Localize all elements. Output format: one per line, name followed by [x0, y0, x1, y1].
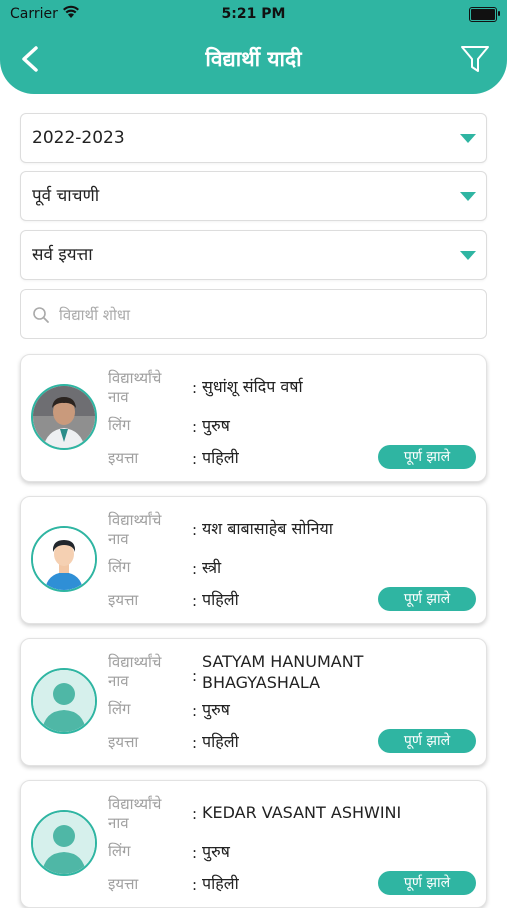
student-grade: पहिली: [202, 590, 239, 609]
grade-label: इयत्ता: [108, 591, 139, 609]
name-label: विद्यार्थ्यांचे नाव: [108, 369, 162, 406]
student-grade: पहिली: [202, 874, 239, 893]
colon: :: [192, 379, 198, 397]
caret-down-icon: [460, 192, 476, 201]
student-grade: पहिली: [202, 448, 239, 467]
name-label: विद्यार्थ्यांचे नाव: [108, 511, 162, 548]
student-gender: स्त्री: [202, 558, 222, 577]
student-card[interactable]: विद्यार्थ्यांचे नाव : SATYAM HANUMANT BH…: [20, 638, 487, 766]
class-dropdown[interactable]: सर्व इयत्ता: [20, 230, 487, 280]
colon: :: [192, 805, 198, 823]
class-value: सर्व इयत्ता: [32, 245, 93, 265]
app-header: Carrier 5:21 PM विद्यार्थी यादी: [0, 0, 507, 94]
colon: :: [192, 521, 198, 539]
grade-label: इयत्ता: [108, 449, 139, 467]
gender-label: लिंग: [108, 842, 131, 860]
student-name: यश बाबासाहेब सोनिया: [202, 519, 333, 538]
colon: :: [192, 560, 198, 578]
user-placeholder-icon: [31, 810, 97, 876]
colon: :: [192, 450, 198, 468]
student-card[interactable]: विद्यार्थ्यांचे नाव : यश बाबासाहेब सोनिय…: [20, 496, 487, 624]
student-photo-avatar: [31, 384, 97, 450]
search-input[interactable]: [57, 300, 461, 330]
status-badge: पूर्ण झाले: [378, 587, 476, 611]
student-name: सुधांशू संदिप वर्षा: [202, 377, 303, 396]
year-value: 2022-2023: [32, 128, 125, 148]
student-gender: पुरुष: [202, 416, 230, 435]
colon: :: [192, 418, 198, 436]
filter-icon: [461, 46, 489, 72]
status-badge: पूर्ण झाले: [378, 729, 476, 753]
gender-label: लिंग: [108, 700, 131, 718]
page-title: विद्यार्थी यादी: [205, 47, 302, 71]
filter-button[interactable]: [459, 42, 491, 76]
test-dropdown[interactable]: पूर्व चाचणी: [20, 171, 487, 221]
colon: :: [192, 844, 198, 862]
status-bar: Carrier 5:21 PM: [0, 0, 507, 28]
grade-label: इयत्ता: [108, 875, 139, 893]
caret-down-icon: [460, 251, 476, 260]
colon: :: [192, 667, 198, 685]
colon: :: [192, 876, 198, 894]
search-icon: [33, 307, 49, 323]
student-card[interactable]: विद्यार्थ्यांचे नाव : सुधांशू संदिप वर्ष…: [20, 354, 487, 482]
year-dropdown[interactable]: 2022-2023: [20, 113, 487, 163]
student-gender: पुरुष: [202, 842, 230, 861]
user-placeholder-icon: [31, 668, 97, 734]
student-name: SATYAM HANUMANT BHAGYASHALA: [202, 652, 364, 692]
student-grade: पहिली: [202, 732, 239, 751]
test-value: पूर्व चाचणी: [32, 186, 100, 206]
gender-label: लिंग: [108, 416, 131, 434]
caret-down-icon: [460, 134, 476, 143]
battery-icon: [469, 7, 500, 22]
student-name: KEDAR VASANT ASHWINI: [202, 803, 402, 822]
search-box[interactable]: [20, 289, 487, 339]
male-avatar-icon: [31, 526, 97, 592]
colon: :: [192, 592, 198, 610]
colon: :: [192, 734, 198, 752]
colon: :: [192, 702, 198, 720]
name-label: विद्यार्थ्यांचे नाव: [108, 653, 162, 690]
name-label: विद्यार्थ्यांचे नाव: [108, 795, 162, 832]
status-badge: पूर्ण झाले: [378, 871, 476, 895]
student-card[interactable]: विद्यार्थ्यांचे नाव : KEDAR VASANT ASHWI…: [20, 780, 487, 908]
student-gender: पुरुष: [202, 700, 230, 719]
gender-label: लिंग: [108, 558, 131, 576]
grade-label: इयत्ता: [108, 733, 139, 751]
status-badge: पूर्ण झाले: [378, 445, 476, 469]
clock: 5:21 PM: [221, 6, 286, 22]
